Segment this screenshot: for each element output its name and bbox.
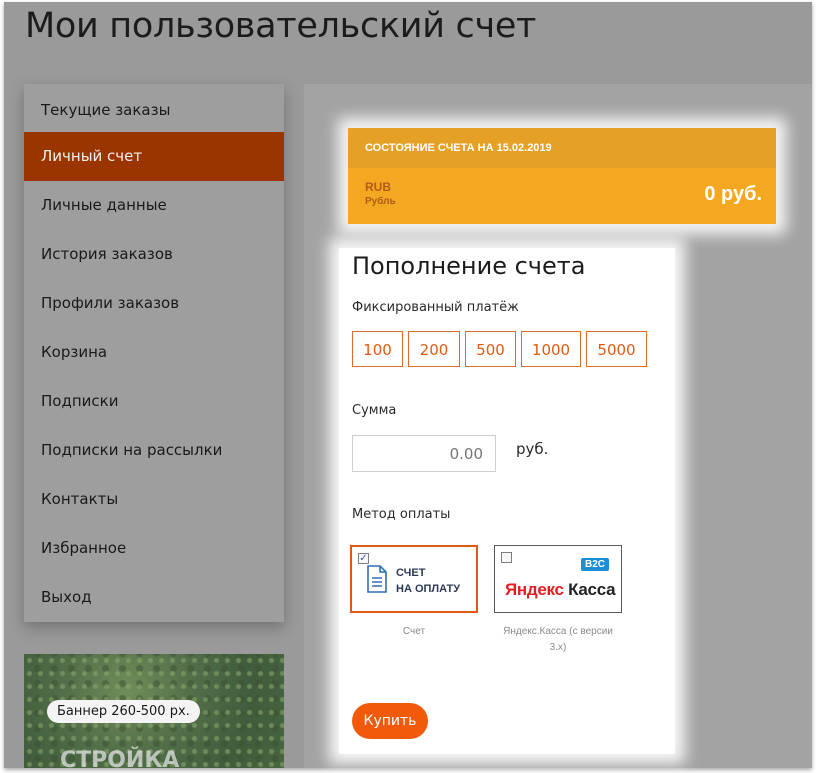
sidebar-item-personal-data[interactable]: Личные данные bbox=[24, 181, 284, 230]
payment-method-invoice[interactable]: ✓ СЧЕТ НА ОПЛАТУ bbox=[350, 545, 478, 613]
amount-500-button[interactable]: 500 bbox=[465, 331, 516, 367]
invoice-caption: Счет bbox=[402, 626, 426, 637]
sidebar-item-contacts[interactable]: Контакты bbox=[24, 475, 284, 524]
topup-title: Пополнение счета bbox=[352, 252, 586, 280]
currency-code: RUB bbox=[365, 180, 391, 194]
account-status-body: RUB Рубль 0 руб. bbox=[348, 168, 776, 224]
amount-200-button[interactable]: 200 bbox=[408, 331, 460, 367]
buy-button[interactable]: Купить bbox=[352, 703, 428, 739]
invoice-logo-line2: НА ОПЛАТУ bbox=[396, 583, 461, 595]
topup-card: Пополнение счета Фиксированный платёж 10… bbox=[339, 248, 675, 754]
currency-name: Рубль bbox=[365, 196, 396, 207]
sidebar-item-order-profiles[interactable]: Профили заказов bbox=[24, 279, 284, 328]
yandex-kassa-logo: Яндекс Касса bbox=[505, 580, 616, 600]
account-status: СОСТОЯНИЕ СЧЕТА НА 15.02.2019 RUB Рубль … bbox=[348, 128, 776, 224]
sidebar-item-logout[interactable]: Выход bbox=[24, 573, 284, 622]
banner-headline: СТРОЙКА bbox=[60, 748, 180, 768]
account-balance: 0 руб. bbox=[704, 183, 762, 205]
yandex-kassa-checkbox[interactable] bbox=[501, 552, 512, 563]
sidebar-item-newsletters[interactable]: Подписки на рассылки bbox=[24, 426, 284, 475]
payment-method-yandex-kassa[interactable]: B2C Яндекс Касса bbox=[494, 545, 622, 613]
b2c-badge: B2C bbox=[580, 558, 609, 571]
invoice-logo-text: СЧЕТ НА ОПЛАТУ bbox=[396, 565, 460, 597]
sidebar-item-favorites[interactable]: Избранное bbox=[24, 524, 284, 573]
promo-banner[interactable]: Баннер 260-500 px. СТРОЙКА bbox=[24, 654, 284, 768]
sum-unit-label: руб. bbox=[516, 440, 549, 458]
amount-1000-button[interactable]: 1000 bbox=[521, 331, 581, 367]
payment-method-label: Метод оплаты bbox=[352, 507, 451, 522]
account-status-header: СОСТОЯНИЕ СЧЕТА НА 15.02.2019 bbox=[348, 128, 776, 168]
sidebar-item-order-history[interactable]: История заказов bbox=[24, 230, 284, 279]
invoice-logo-line1: СЧЕТ bbox=[396, 567, 426, 579]
fixed-payment-label: Фиксированный платёж bbox=[352, 300, 519, 315]
invoice-checkbox[interactable]: ✓ bbox=[358, 553, 369, 564]
sidebar-item-personal-account[interactable]: Личный счет bbox=[24, 132, 284, 181]
sidebar-item-subscriptions[interactable]: Подписки bbox=[24, 377, 284, 426]
banner-size-tag: Баннер 260-500 px. bbox=[47, 700, 200, 723]
amount-5000-button[interactable]: 5000 bbox=[586, 331, 647, 367]
sum-input[interactable] bbox=[352, 435, 496, 472]
yandex-kassa-caption: Яндекс.Касса (с версии 3.х) bbox=[503, 626, 613, 653]
sidebar-item-cart[interactable]: Корзина bbox=[24, 328, 284, 377]
document-icon bbox=[367, 565, 387, 593]
page-title: Мои пользовательский счет bbox=[25, 6, 537, 46]
sidebar-item-current-orders[interactable]: Текущие заказы bbox=[24, 84, 284, 132]
yandex-kassa-logo-brand: Яндекс bbox=[505, 580, 564, 599]
amount-100-button[interactable]: 100 bbox=[352, 331, 403, 367]
sum-label: Сумма bbox=[352, 403, 397, 418]
yandex-kassa-logo-word: Касса bbox=[568, 580, 616, 599]
sidebar-menu: Текущие заказы Личный счет Личные данные… bbox=[24, 84, 284, 622]
